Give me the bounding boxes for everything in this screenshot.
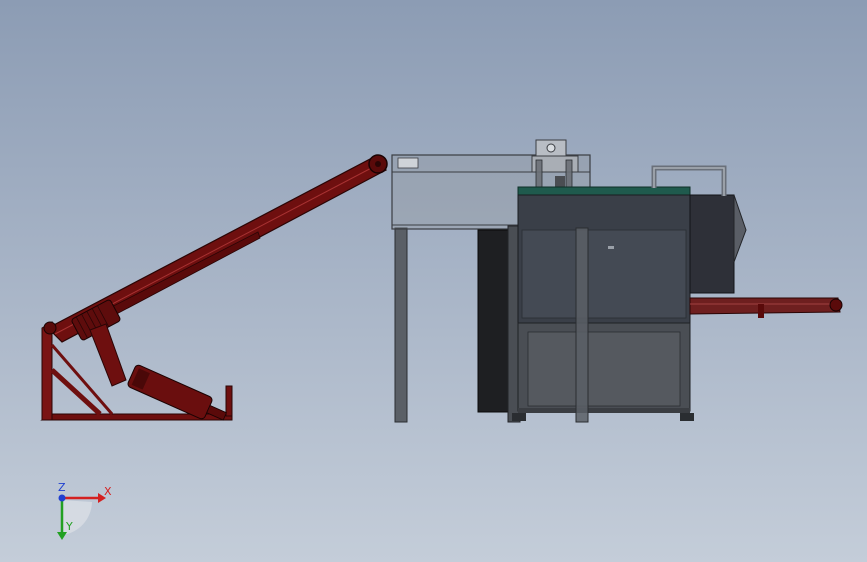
y-axis-label: Y [65, 520, 73, 533]
side-panel [477, 229, 509, 413]
output-conveyor-support [758, 304, 764, 318]
x-axis-label: X [104, 485, 112, 498]
tail-pulley [43, 321, 57, 335]
lower-frame-panel [527, 331, 681, 407]
head-pulley-hub [375, 161, 381, 167]
lower-frame-base [518, 408, 690, 413]
base-frame-post [41, 321, 53, 421]
output-conveyor [689, 297, 841, 315]
door-handle [608, 246, 614, 249]
orientation-triad: X Z Y [57, 481, 112, 540]
foot [680, 413, 694, 421]
upper-cabinet-door [521, 229, 687, 319]
side-unit-hood [733, 194, 747, 263]
top-plate [517, 186, 691, 196]
carriage-clamp [555, 176, 565, 188]
z-axis-dot [58, 494, 66, 502]
gantry-leg-left [394, 227, 408, 423]
z-axis-label: Z [58, 481, 66, 494]
base-end-stop [225, 385, 233, 417]
gantry-leg-right [575, 227, 589, 423]
support-leg [89, 323, 127, 387]
foot [512, 413, 526, 421]
inclined-conveyor[interactable] [40, 154, 388, 427]
model-scene[interactable] [0, 0, 867, 562]
gantry-bracket [397, 157, 419, 169]
graphics-viewport[interactable]: X Z Y [0, 0, 867, 562]
cabinet-machine[interactable] [477, 165, 843, 423]
y-axis-arrowhead [57, 532, 67, 540]
output-pulley [829, 298, 843, 312]
carriage-pulley [546, 143, 556, 153]
side-unit [689, 194, 735, 294]
